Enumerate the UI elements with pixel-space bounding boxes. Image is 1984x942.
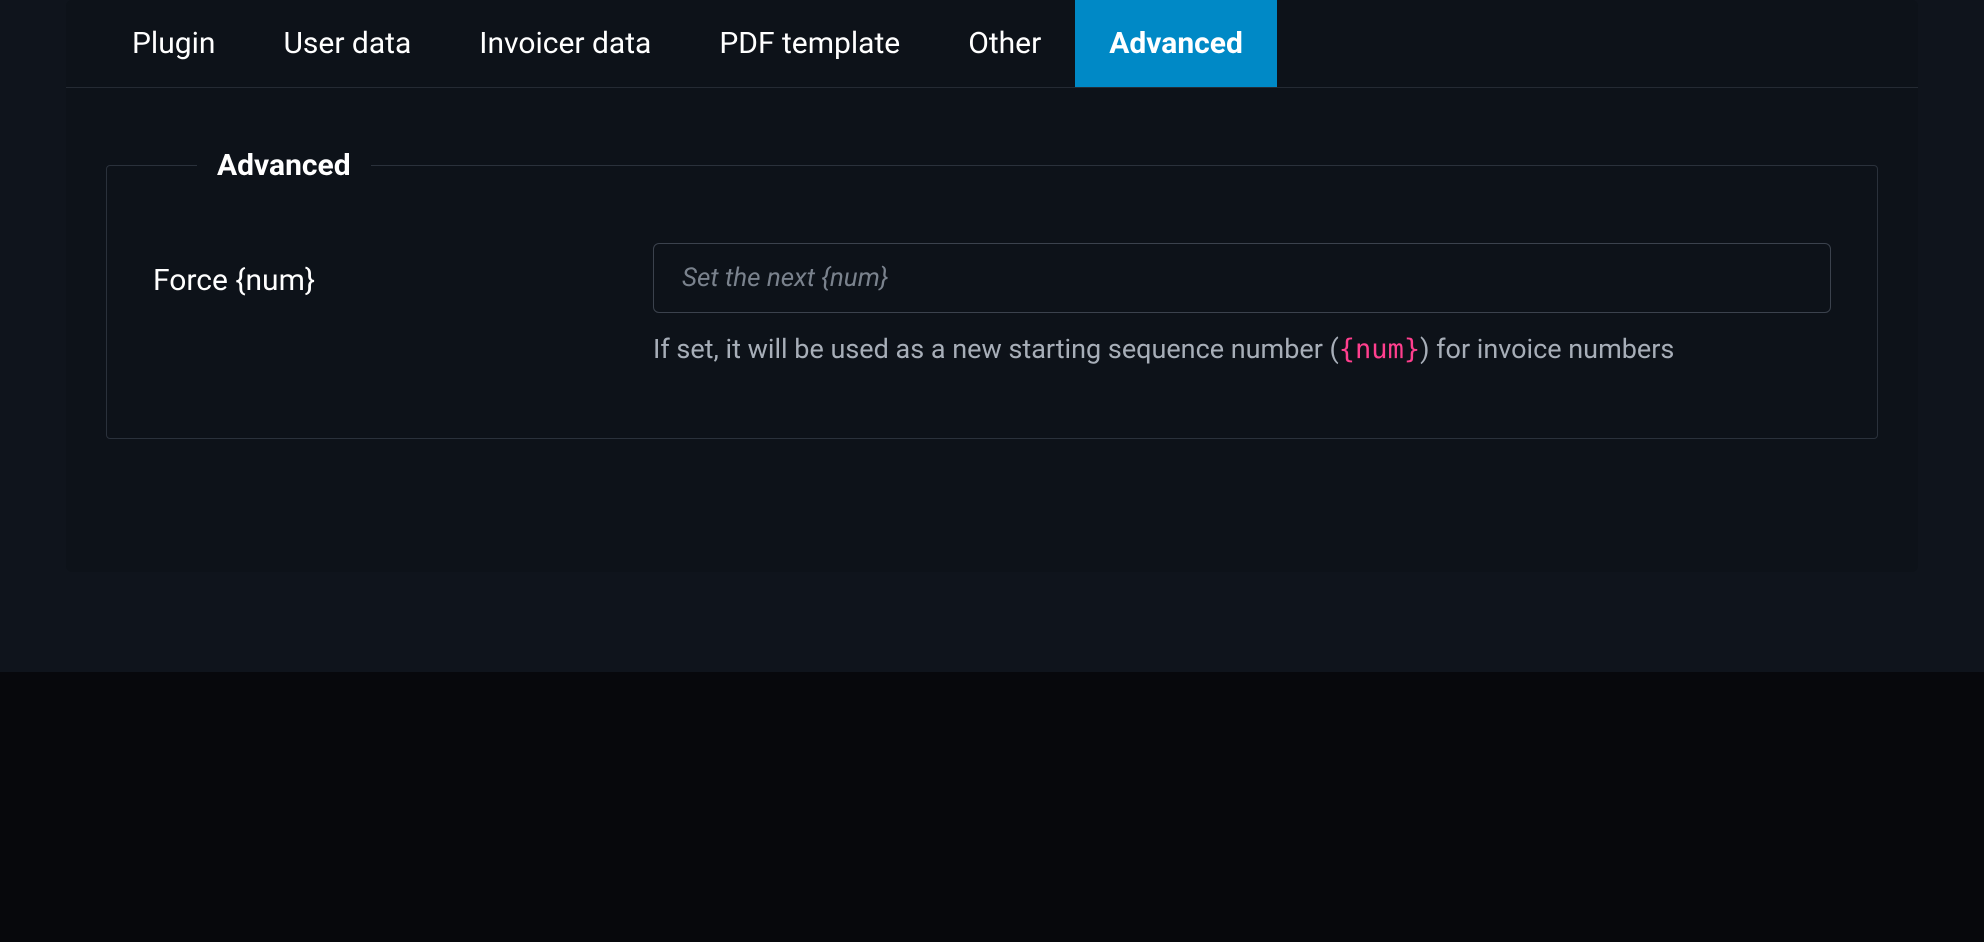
advanced-section: Advanced Force {num} If set, it will be … (106, 148, 1878, 439)
force-num-row: Force {num} If set, it will be used as a… (153, 243, 1831, 368)
page-root: Plugin User data Invoicer data PDF templ… (0, 0, 1984, 942)
section-legend: Advanced (197, 148, 371, 183)
force-num-label: Force {num} (153, 243, 653, 298)
tab-advanced[interactable]: Advanced (1075, 0, 1277, 87)
lower-background-strip (0, 672, 1984, 942)
tabs-bar: Plugin User data Invoicer data PDF templ… (66, 0, 1918, 88)
force-num-help: If set, it will be used as a new startin… (653, 331, 1831, 368)
mid-background-strip (0, 572, 1984, 672)
tab-other[interactable]: Other (934, 0, 1075, 87)
tab-pdf-template[interactable]: PDF template (685, 0, 934, 87)
help-text-post: ) for invoice numbers (1420, 333, 1674, 365)
force-num-field-wrap: If set, it will be used as a new startin… (653, 243, 1831, 368)
force-num-input[interactable] (653, 243, 1831, 313)
help-text-code: {num} (1339, 334, 1420, 365)
tab-user-data[interactable]: User data (249, 0, 445, 87)
tab-invoicer-data[interactable]: Invoicer data (445, 0, 685, 87)
settings-panel: Plugin User data Invoicer data PDF templ… (66, 0, 1918, 572)
help-text-pre: If set, it will be used as a new startin… (653, 333, 1339, 365)
tab-content: Advanced Force {num} If set, it will be … (66, 88, 1918, 519)
tab-plugin[interactable]: Plugin (98, 0, 249, 87)
